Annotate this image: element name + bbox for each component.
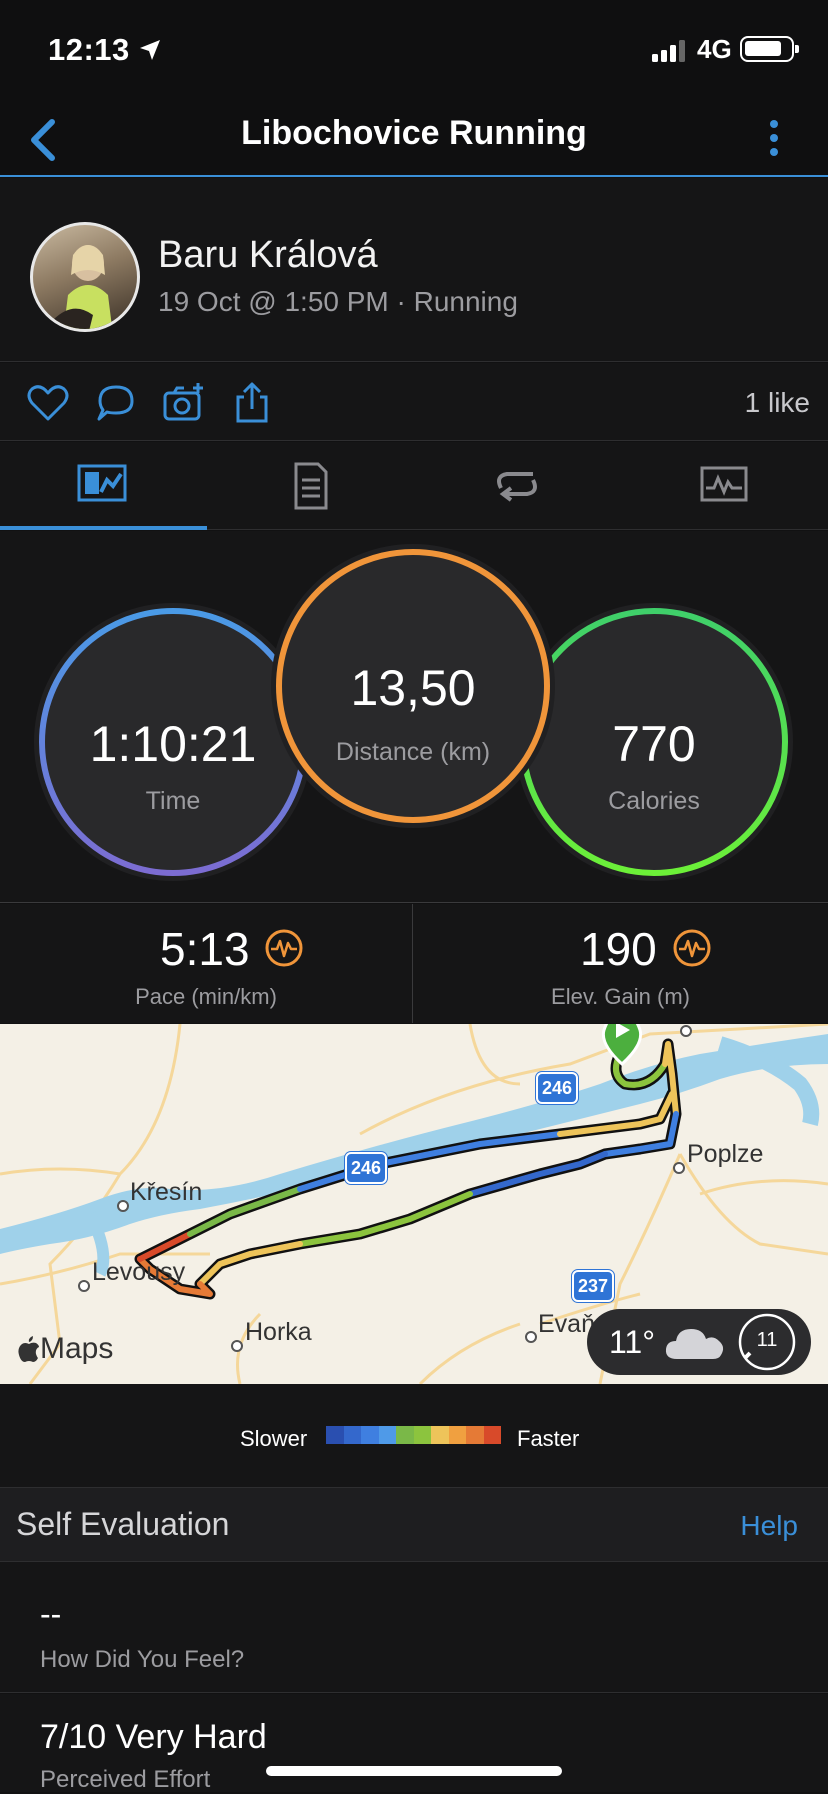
self-evaluation-header: Self Evaluation Help [0,1488,828,1562]
overview-icon [77,464,127,502]
camera-plus-icon [163,383,203,421]
likes-count[interactable]: 1 like [745,387,810,419]
help-link[interactable]: Help [740,1510,798,1542]
tab-charts[interactable] [621,442,828,530]
wind-speed: 11 [756,1329,778,1351]
comment-bubble-icon [97,385,134,421]
cellular-signal-icon [652,40,685,62]
section-title: Self Evaluation [16,1506,230,1542]
home-indicator[interactable] [266,1766,562,1776]
tab-overview[interactable] [0,442,207,530]
time-value: 1:10:21 [89,716,257,772]
legend-swatch [361,1426,379,1444]
effort-value: 7/10 Very Hard [40,1718,267,1756]
social-actions: 1 like [0,363,828,441]
feel-label: How Did You Feel? [40,1646,245,1673]
chart-graph-icon [700,466,748,502]
apple-logo-icon [18,1336,39,1362]
weather-temperature: 11° [609,1324,656,1360]
add-photo-button[interactable] [162,381,206,425]
like-button[interactable] [26,381,70,425]
road-shield-246-east: 246 [536,1072,578,1104]
map-label-levousy: Levousy [92,1258,186,1286]
battery-icon [740,36,799,62]
activity-date-type: 19 Oct @ 1:50 PM · Running [158,286,518,317]
time-label: Time [145,787,201,815]
map-label-kresin: Křesín [130,1178,203,1206]
road-shield-237: 237 [572,1270,614,1302]
perceived-effort-row[interactable]: 7/10 Very Hard Perceived Effort [0,1694,828,1793]
activity-tabs [0,442,828,530]
secondary-stats: 5:13 Pace (min/km) 190 Elev. Gain (m) [0,904,828,1023]
more-options-button[interactable] [756,110,792,166]
page-title: Libochovice Running [241,114,587,152]
legend-swatch [396,1426,414,1444]
elevation-trend-icon[interactable] [672,928,712,968]
tab-laps[interactable] [414,442,621,530]
legend-swatch [378,1426,396,1444]
vertical-dots-icon [770,120,778,156]
pace-value: 5:13 [160,923,250,975]
legend-swatch [326,1426,344,1444]
legend-swatch [448,1426,466,1444]
pace-legend: Slower Faster [0,1384,828,1488]
elevation-value: 190 [580,923,657,975]
active-tab-indicator [0,526,207,530]
maps-attribution: Maps [18,1332,113,1366]
pace-trend-icon[interactable] [264,928,304,968]
effort-label: Perceived Effort [40,1766,211,1793]
loop-arrows-icon [497,472,537,502]
legend-swatch [413,1426,431,1444]
location-arrow-icon [140,40,160,60]
feel-row[interactable]: -- How Did You Feel? [0,1562,828,1693]
avatar[interactable] [30,222,140,332]
activity-author: Baru Králová 19 Oct @ 1:50 PM · Running [0,178,828,362]
distance-value: 13,50 [350,660,476,716]
calories-label: Calories [608,787,700,815]
status-time: 12:13 [48,32,130,67]
feel-value: -- [40,1596,62,1632]
document-list-icon [294,462,328,510]
maps-text: Maps [40,1332,114,1365]
heart-icon [27,385,69,421]
share-icon [236,382,268,423]
distance-label: Distance (km) [335,738,491,766]
elevation-label: Elev. Gain (m) [551,984,690,1009]
weather-widget[interactable]: 11° 11 [587,1309,811,1375]
status-bar: 12:13 4G [0,0,828,100]
cloud-icon [665,1329,724,1359]
legend-swatch [431,1426,449,1444]
legend-swatch [343,1426,361,1444]
pace-label: Pace (min/km) [135,984,277,1009]
legend-swatch [483,1426,501,1444]
legend-slower-label: Slower [240,1426,308,1451]
legend-swatch [466,1426,484,1444]
legend-color-scale [326,1426,501,1444]
route-map[interactable]: 246 246 237 Křesín Levousy Horka Poplze … [0,1024,828,1384]
road-shield-246-west: 246 [345,1152,387,1184]
share-button[interactable] [230,381,274,425]
avatar-photo-icon [51,245,113,329]
primary-stats: 1:10:21 Time 13,50 Distance (km) 770 Cal… [0,531,828,903]
app-header: Libochovice Running [0,100,828,177]
user-name[interactable]: Baru Králová [158,234,378,277]
map-label-evan: Evaň [538,1310,595,1338]
calories-value: 770 [612,716,696,772]
network-type: 4G [697,34,732,64]
map-label-poplze: Poplze [687,1140,764,1168]
legend-faster-label: Faster [517,1426,580,1451]
map-label-horka: Horka [245,1318,312,1346]
tab-details[interactable] [207,442,414,530]
comment-button[interactable] [94,381,138,425]
